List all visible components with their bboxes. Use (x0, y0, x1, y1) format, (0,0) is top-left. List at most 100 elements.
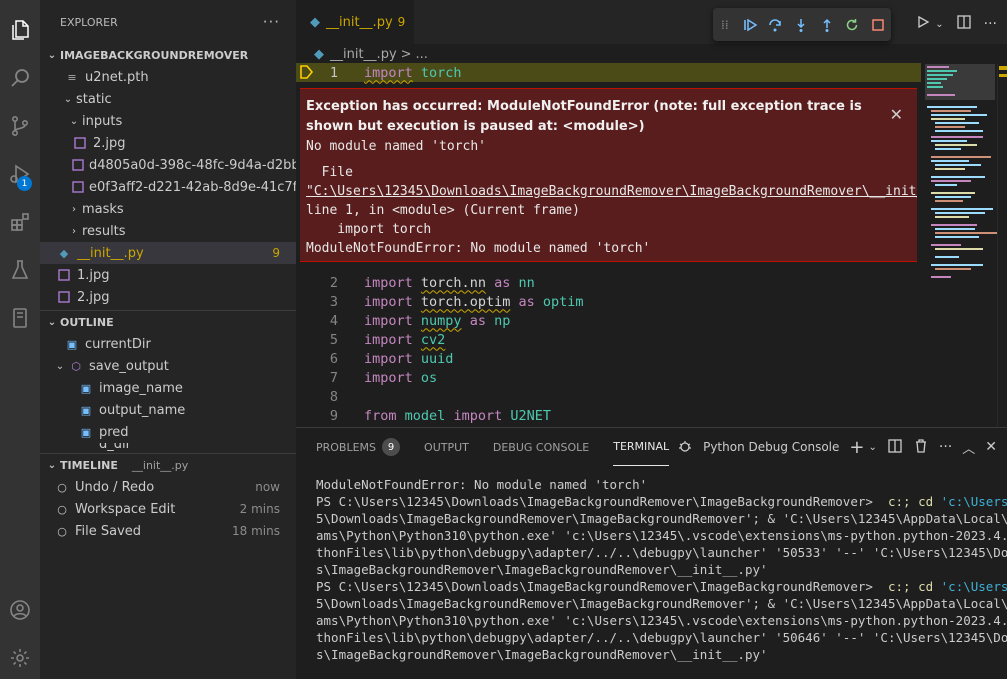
chevron-right-icon: › (72, 225, 76, 237)
drag-handle-icon[interactable]: ⁞⁞ (721, 18, 729, 32)
tab-init-py[interactable]: ◆ __init__.py 9 (296, 0, 414, 44)
outline-item-image-name[interactable]: ▣ image_name (40, 377, 296, 399)
tab-terminal[interactable]: TERMINAL (613, 428, 670, 466)
editor: ◆ __init__.py 9 ⌄ ··· ⁞⁞ ◆ __init__.py >… (296, 0, 1007, 427)
minimap[interactable] (925, 64, 1005, 294)
project-folder-header[interactable]: ⌄ IMAGEBACKGROUNDREMOVER (40, 44, 296, 66)
code-line-4[interactable]: 4 import numpy as np (296, 311, 921, 330)
outline-header[interactable]: ⌄ OUTLINE (40, 311, 296, 333)
editor-tabs: ◆ __init__.py 9 ⌄ ··· (296, 0, 1007, 44)
exception-message: No module named 'torch' (306, 139, 487, 154)
explorer-title: EXPLORER (60, 15, 118, 29)
split-terminal-icon[interactable] (887, 438, 903, 457)
outline-item-currentdir[interactable]: ▣ currentDir (40, 333, 296, 355)
timeline-item-undo[interactable]: ○ Undo / Redo now (40, 476, 296, 498)
notebook-icon[interactable] (0, 298, 40, 338)
code-line-1[interactable]: 1 import torch (296, 63, 921, 82)
debug-console-icon (677, 438, 693, 457)
terminal-line: PS C:\Users\12345\Downloads\ImageBackgro… (316, 579, 1007, 594)
tab-debug-console[interactable]: DEBUG CONSOLE (493, 428, 589, 466)
file-e0f3aff2[interactable]: e0f3aff2-d221-42ab-8d9e-41c7f7... (40, 176, 296, 198)
file-u2net[interactable]: ≡ u2net.pth (40, 66, 296, 88)
problem-count: 9 (272, 246, 280, 260)
image-file-icon (72, 179, 84, 195)
python-file-icon: ◆ (59, 246, 69, 260)
folder-results[interactable]: › results (40, 220, 296, 242)
step-over-icon[interactable] (762, 12, 788, 38)
chevron-right-icon: › (72, 203, 76, 215)
terminal-profile-label[interactable]: Python Debug Console (703, 440, 839, 454)
tab-output[interactable]: OUTPUT (424, 428, 469, 466)
variable-icon: ▣ (80, 425, 92, 439)
explorer-icon[interactable] (0, 10, 40, 50)
debug-toolbar: ⁞⁞ (713, 8, 891, 41)
outline-item-pred[interactable]: ▣ pred (40, 421, 296, 443)
timeline-header[interactable]: ⌄ TIMELINE __init__.py (40, 454, 296, 476)
chevron-down-icon[interactable]: ⌄ (935, 19, 943, 30)
image-file-icon (72, 157, 84, 173)
code-line-5[interactable]: 5 import cv2 (296, 330, 921, 349)
exception-file-link[interactable]: "C:\Users\12345\Downloads\ImageBackgroun… (306, 182, 917, 201)
code-line-3[interactable]: 3 import torch.optim as optim (296, 292, 921, 311)
testing-icon[interactable] (0, 250, 40, 290)
timeline-item-file-saved[interactable]: ○ File Saved 18 mins (40, 520, 296, 542)
circle-icon: ○ (57, 524, 67, 538)
folder-static[interactable]: ⌄ static (40, 88, 296, 110)
stop-icon[interactable] (865, 12, 891, 38)
more-actions-icon[interactable]: ··· (939, 439, 952, 455)
source-control-icon[interactable] (0, 106, 40, 146)
outline-item-output-name[interactable]: ▣ output_name (40, 399, 296, 421)
python-file-icon: ◆ (310, 14, 320, 30)
file-init-py[interactable]: ◆ __init__.py 9 (40, 242, 296, 264)
code-line-8[interactable]: 8 (296, 387, 921, 406)
editor-actions: ⌄ ··· (915, 14, 997, 34)
code-line-9[interactable]: 9 from model import U2NET (296, 406, 921, 425)
breadcrumb[interactable]: ◆ __init__.py > ... (314, 44, 428, 64)
sidebar: EXPLORER ··· ⌄ IMAGEBACKGROUNDREMOVER ≡ … (40, 0, 296, 679)
code-line-7[interactable]: 7 import os (296, 368, 921, 387)
file-2jpg-input[interactable]: 2.jpg (40, 132, 296, 154)
step-into-icon[interactable] (788, 12, 814, 38)
chevron-down-icon[interactable]: ⌄ (869, 442, 877, 453)
outline-item-d-dir[interactable]: d_dir (40, 443, 296, 453)
folder-inputs[interactable]: ⌄ inputs (40, 110, 296, 132)
image-file-icon (56, 267, 72, 283)
more-actions-icon[interactable]: ··· (263, 13, 280, 31)
chevron-down-icon: ⌄ (47, 459, 57, 471)
restart-icon[interactable] (840, 12, 866, 38)
account-icon[interactable] (0, 590, 40, 630)
terminal-line: thonFiles\lib\python\debugpy\adapter/../… (316, 630, 1007, 645)
terminal-output[interactable]: ModuleNotFoundError: No module named 'to… (296, 466, 1007, 663)
close-icon[interactable]: ✕ (890, 105, 903, 124)
chevron-up-icon[interactable]: ︿ (962, 438, 975, 457)
function-icon: ⬡ (71, 359, 81, 373)
continue-icon[interactable] (737, 12, 763, 38)
file-d4805a0d[interactable]: d4805a0d-398c-48fc-9d4a-d2bb7... (40, 154, 296, 176)
split-editor-icon[interactable] (956, 14, 972, 34)
code-line-6[interactable]: 6 import uuid (296, 349, 921, 368)
search-icon[interactable] (0, 58, 40, 98)
run-icon[interactable] (915, 14, 931, 34)
file-1jpg[interactable]: 1.jpg (40, 264, 296, 286)
trash-icon[interactable] (913, 438, 929, 457)
editor-scrollbar[interactable] (997, 64, 1007, 426)
extensions-icon[interactable] (0, 202, 40, 242)
explorer-header: EXPLORER ··· (40, 0, 296, 44)
code-line-2[interactable]: 2 import torch.nn as nn (296, 273, 921, 292)
add-terminal-icon[interactable]: + (849, 437, 864, 458)
timeline-file: __init__.py (131, 458, 189, 472)
timeline-item-workspace-edit[interactable]: ○ Workspace Edit 2 mins (40, 498, 296, 520)
panel-actions: Python Debug Console + ⌄ ··· ︿ ✕ (677, 428, 997, 466)
more-actions-icon[interactable]: ··· (984, 16, 997, 32)
terminal-line: s\ImageBackgroundRemover\ImageBackground… (316, 562, 768, 577)
folder-masks[interactable]: › masks (40, 198, 296, 220)
close-icon[interactable]: ✕ (985, 439, 997, 455)
outline-item-save-output[interactable]: ⌄ ⬡ save_output (40, 355, 296, 377)
file-2jpg[interactable]: 2.jpg (40, 286, 296, 308)
tab-problems[interactable]: PROBLEMS 9 (316, 428, 401, 466)
terminal-line: 5\Downloads\ImageBackgroundRemover\Image… (316, 596, 1007, 611)
paused-frame-icon (300, 64, 314, 84)
chevron-down-icon: ⌄ (69, 115, 79, 127)
settings-gear-icon[interactable] (0, 638, 40, 678)
step-out-icon[interactable] (814, 12, 840, 38)
